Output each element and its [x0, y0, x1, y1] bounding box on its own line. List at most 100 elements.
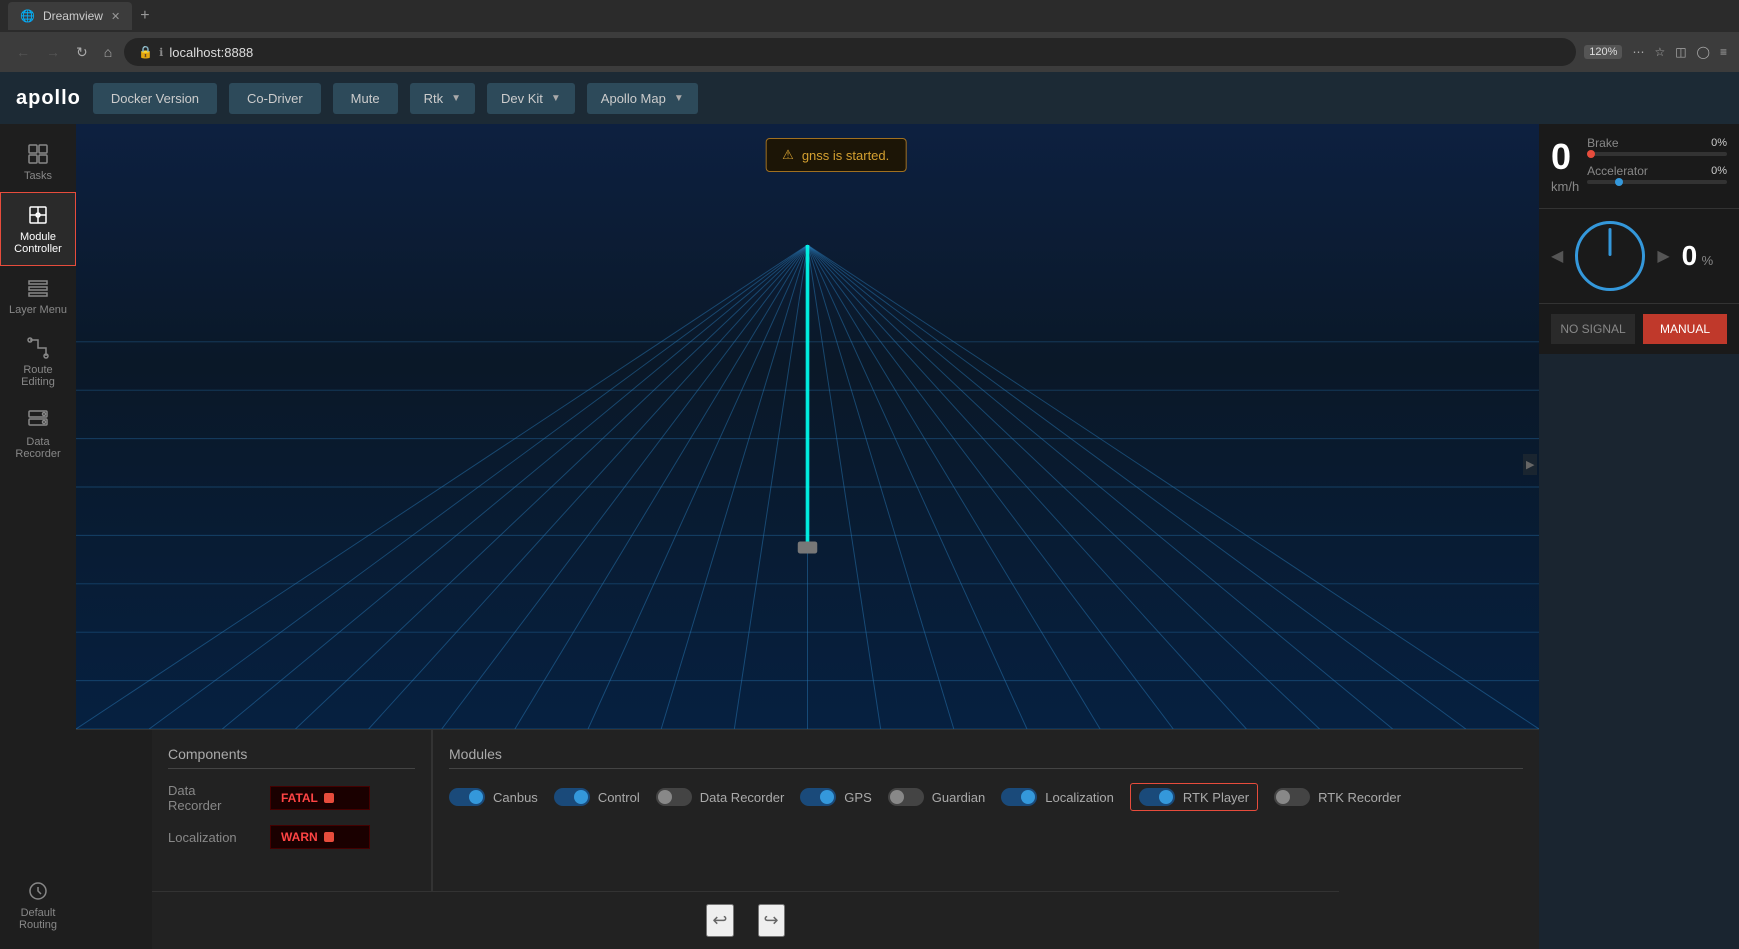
apollo-map-arrow-icon: ▼: [674, 93, 684, 104]
steering-wheel: [1575, 221, 1645, 291]
tab-bar: 🌐 Dreamview ✕ +: [0, 0, 1739, 32]
steering-left-arrow[interactable]: ◀: [1551, 246, 1563, 266]
co-driver-button[interactable]: Co-Driver: [229, 83, 321, 114]
menu-button[interactable]: ≡: [1720, 45, 1727, 59]
no-signal-button[interactable]: NO SIGNAL: [1551, 314, 1635, 344]
new-tab-button[interactable]: +: [140, 7, 149, 25]
tab-close-button[interactable]: ✕: [111, 10, 120, 23]
modules-title: Modules: [449, 746, 1523, 769]
module-rtk-recorder: RTK Recorder: [1274, 783, 1401, 811]
steering-percent: %: [1702, 253, 1714, 268]
forward-button[interactable]: →: [42, 40, 64, 64]
module-control: Control: [554, 783, 640, 811]
localization-toggle[interactable]: [1001, 788, 1037, 806]
rtk-player-label: RTK Player: [1183, 790, 1249, 805]
component-label-data-recorder: DataRecorder: [168, 783, 258, 813]
bookmark-button[interactable]: ☆: [1654, 45, 1665, 59]
signal-panel: NO SIGNAL MANUAL: [1539, 304, 1739, 354]
dev-kit-label: Dev Kit: [501, 91, 543, 106]
metrics-top: 0 km/h Brake 0%: [1551, 136, 1727, 196]
data-recorder-toggle[interactable]: [656, 788, 692, 806]
brake-label: Brake: [1587, 136, 1618, 150]
accelerator-label: Accelerator: [1587, 164, 1648, 178]
address-bar[interactable]: 🔒 ℹ localhost:8888: [124, 38, 1576, 66]
status-dot-fatal: [324, 793, 334, 803]
control-thumb: [574, 790, 588, 804]
rtk-recorder-label: RTK Recorder: [1318, 790, 1401, 805]
components-title: Components: [168, 746, 415, 769]
gps-thumb: [820, 790, 834, 804]
data-recorder-module-label: Data Recorder: [700, 790, 785, 805]
sidebar-item-tasks[interactable]: Tasks: [0, 132, 76, 192]
guardian-thumb: [890, 790, 904, 804]
steering-panel: ◀ ▶ 0 %: [1539, 209, 1739, 304]
sidebar-item-route-editing[interactable]: Route Editing: [0, 326, 76, 398]
steering-value-display: 0 %: [1682, 240, 1714, 272]
dev-kit-dropdown[interactable]: Dev Kit ▼: [487, 83, 575, 114]
sidebar-item-layer-menu[interactable]: Layer Menu: [0, 266, 76, 326]
layer-menu-icon: [26, 276, 50, 300]
brake-bar: [1587, 152, 1727, 156]
component-label-localization: Localization: [168, 830, 258, 845]
rtk-player-toggle[interactable]: [1139, 788, 1175, 806]
module-canbus: Canbus: [449, 783, 538, 811]
gps-label: GPS: [844, 790, 871, 805]
rtk-recorder-toggle[interactable]: [1274, 788, 1310, 806]
docker-version-button[interactable]: Docker Version: [93, 83, 217, 114]
accelerator-bar: [1587, 180, 1727, 184]
dev-kit-arrow-icon: ▼: [551, 93, 561, 104]
data-recorder-label: Data Recorder: [6, 436, 70, 460]
default-routing-button[interactable]: Default Routing: [0, 869, 76, 941]
perspective-grid: [76, 124, 1539, 729]
bottom-sidebar-spacer: [76, 730, 152, 949]
canbus-toggle[interactable]: [449, 788, 485, 806]
active-tab[interactable]: 🌐 Dreamview ✕: [8, 2, 132, 30]
manual-button[interactable]: MANUAL: [1643, 314, 1727, 344]
data-recorder-icon: [26, 408, 50, 432]
status-badge-fatal: FATAL: [270, 786, 370, 810]
speed-display: 0 km/h: [1551, 136, 1579, 196]
panel-expand-button[interactable]: ▶: [1523, 454, 1537, 475]
bottom-nav-buttons: ↩ ↪: [152, 891, 1339, 949]
guardian-toggle[interactable]: [888, 788, 924, 806]
route-editing-icon: [26, 336, 50, 360]
rtk-label: Rtk: [424, 91, 444, 106]
gps-toggle[interactable]: [800, 788, 836, 806]
control-toggle[interactable]: [554, 788, 590, 806]
security-icon: 🔒: [138, 45, 153, 59]
undo-button[interactable]: ↩: [706, 904, 733, 937]
brake-row: Brake 0%: [1587, 136, 1727, 150]
brake-indicator: [1587, 150, 1595, 158]
component-row-data-recorder: DataRecorder FATAL: [168, 783, 415, 813]
steering-right-arrow[interactable]: ▶: [1657, 246, 1669, 266]
brake-value: 0%: [1711, 137, 1727, 149]
tab-favicon: 🌐: [20, 9, 35, 23]
route-editing-label: Route Editing: [6, 364, 70, 388]
back-button[interactable]: ←: [12, 40, 34, 64]
speed-value: 0: [1551, 136, 1571, 178]
profile-button[interactable]: ◯: [1697, 45, 1710, 59]
home-button[interactable]: ⌂: [100, 40, 116, 64]
rtk-arrow-icon: ▼: [451, 93, 461, 104]
status-text-warn: WARN: [281, 830, 318, 844]
sidebar-item-data-recorder[interactable]: Data Recorder: [0, 398, 76, 470]
rtk-dropdown[interactable]: Rtk ▼: [410, 83, 475, 114]
redo-button[interactable]: ↪: [758, 904, 785, 937]
speed-metrics-panel: 0 km/h Brake 0%: [1539, 124, 1739, 209]
info-icon: ℹ: [159, 46, 163, 59]
rtk-player-thumb: [1159, 790, 1173, 804]
status-dot-warn: [324, 832, 334, 842]
sidebar-item-module-controller[interactable]: Module Controller: [0, 192, 76, 266]
reload-button[interactable]: ↻: [72, 40, 92, 65]
bottom-area: Components DataRecorder FATAL Localizati…: [76, 729, 1539, 949]
mute-button[interactable]: Mute: [333, 83, 398, 114]
bookmark-icon: ◫: [1675, 45, 1686, 59]
extensions-button[interactable]: ⋯: [1632, 45, 1644, 59]
tab-title: Dreamview: [43, 9, 103, 23]
localization-label: Localization: [1045, 790, 1114, 805]
notification-banner: ⚠ gnss is started.: [765, 138, 906, 172]
apollo-map-dropdown[interactable]: Apollo Map ▼: [587, 83, 698, 114]
accelerator-row: Accelerator 0%: [1587, 164, 1727, 178]
status-text-fatal: FATAL: [281, 791, 318, 805]
app: apollo Docker Version Co-Driver Mute Rtk…: [0, 72, 1739, 949]
